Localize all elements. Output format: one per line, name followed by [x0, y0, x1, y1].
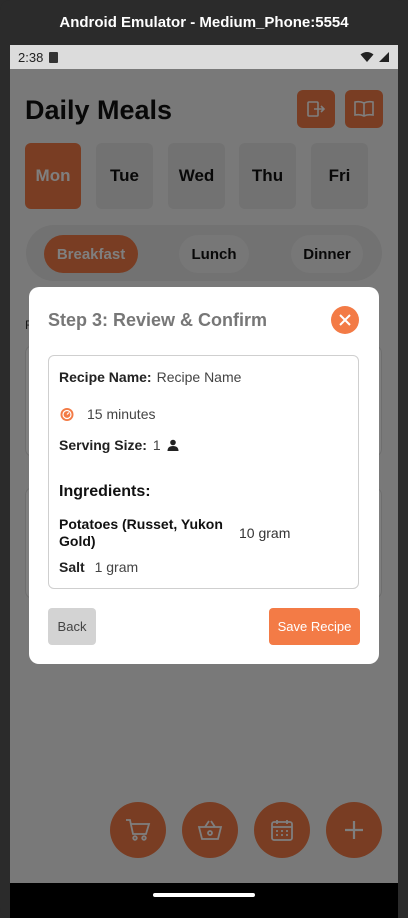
close-button[interactable] [331, 306, 359, 334]
ingredient-name: Potatoes (Russet, Yukon Gold) [59, 516, 223, 549]
recipe-name-row: Recipe Name: Recipe Name [59, 369, 241, 385]
serving-size-label: Serving Size: [59, 437, 147, 453]
window-title: Android Emulator - Medium_Phone:5554 [59, 14, 349, 31]
emulator-frame: Android Emulator - Medium_Phone:5554 2:3… [0, 0, 408, 918]
ingredient-quantity: 10 gram [239, 525, 291, 541]
review-dialog: Step 3: Review & Confirm Recipe Name: Re… [29, 287, 379, 664]
ingredient-row: Salt 1 gram [59, 559, 138, 575]
ingredient-name: Salt [59, 559, 85, 575]
duration-value: 15 minutes [87, 406, 156, 422]
timer-icon [60, 408, 74, 421]
serving-size-row: Serving Size: 1 [59, 437, 179, 453]
recipe-name-label: Recipe Name: [59, 369, 152, 385]
save-recipe-button[interactable]: Save Recipe [269, 608, 360, 645]
ingredients-heading: Ingredients: [59, 483, 151, 500]
sim-card-icon [49, 51, 59, 63]
recipe-summary: Recipe Name: Recipe Name 15 minutes Serv… [48, 355, 359, 589]
dialog-title: Step 3: Review & Confirm [48, 310, 268, 330]
phone-screen: 2:38 Daily Meals Mon Tue Wed Thu Fri Bre… [10, 45, 398, 883]
ingredient-quantity: 1 gram [94, 559, 139, 575]
duration-row: 15 minutes [59, 406, 155, 422]
signal-icon [379, 52, 389, 62]
status-bar: 2:38 [10, 45, 398, 69]
status-icons [360, 51, 390, 63]
home-gesture-handle[interactable] [153, 893, 255, 897]
person-icon [167, 439, 179, 451]
back-button[interactable]: Back [48, 608, 96, 645]
close-icon [339, 314, 351, 326]
recipe-name-value: Recipe Name [156, 369, 242, 385]
serving-size-value: 1 [152, 437, 161, 453]
navigation-bar [10, 883, 398, 918]
wifi-icon [360, 52, 374, 62]
status-time: 2:38 [18, 49, 44, 65]
